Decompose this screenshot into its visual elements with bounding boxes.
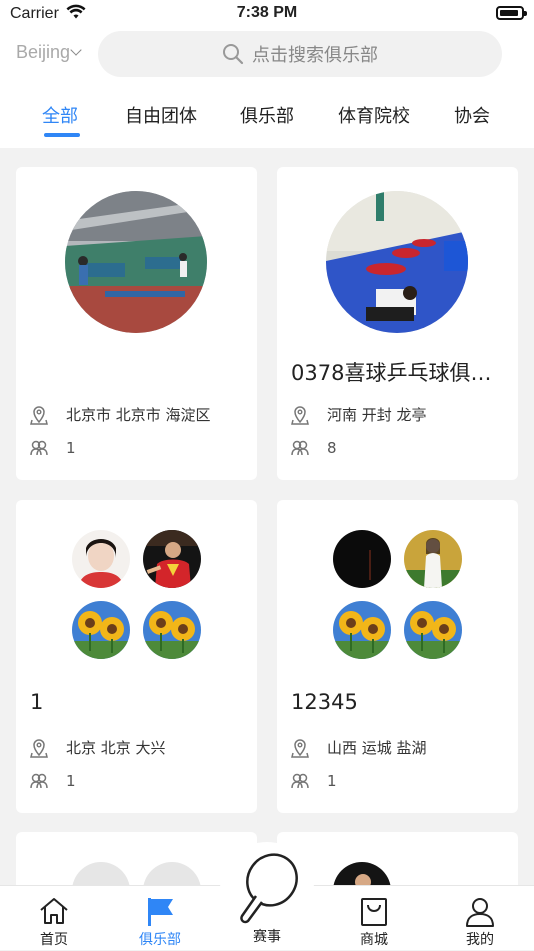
members-icon bbox=[291, 773, 309, 789]
nav-me[interactable]: 我的 bbox=[440, 886, 520, 951]
search-placeholder: 点击搜索俱乐部 bbox=[252, 45, 378, 66]
nav-events[interactable] bbox=[220, 842, 314, 936]
ping-pong-paddle-icon bbox=[240, 853, 298, 924]
member-count: 1 bbox=[327, 772, 337, 790]
club-name: 12345 bbox=[291, 690, 358, 714]
nav-events-label: 赛事 bbox=[253, 929, 281, 945]
member-avatar bbox=[333, 601, 391, 659]
members-icon bbox=[30, 773, 48, 789]
location-text: 山西 运城 盐湖 bbox=[327, 739, 427, 757]
location-text: 北京 北京 大兴 bbox=[66, 739, 166, 757]
search-input[interactable]: 点击搜索俱乐部 bbox=[98, 31, 502, 77]
club-members: 1 bbox=[30, 772, 76, 790]
club-card[interactable]: 12345 山西 运城 盐湖 1 bbox=[277, 500, 518, 813]
search-icon bbox=[223, 44, 244, 65]
nav-shop[interactable]: 商城 bbox=[334, 886, 414, 951]
clock: 7:38 PM bbox=[236, 4, 298, 21]
club-location: 山西 运城 盐湖 bbox=[291, 737, 427, 758]
member-avatar bbox=[404, 530, 462, 588]
battery-icon bbox=[496, 6, 527, 20]
tab-clubs[interactable]: 俱乐部 bbox=[240, 102, 294, 128]
member-avatar bbox=[404, 601, 462, 659]
member-avatar bbox=[72, 601, 130, 659]
flag-icon bbox=[148, 898, 173, 926]
club-card[interactable]: 0378喜球乒乓球俱… 河南 开封 龙亭 8 bbox=[277, 167, 518, 480]
club-members: 8 bbox=[291, 439, 337, 457]
nav-home-label: 首页 bbox=[40, 932, 68, 948]
member-avatar bbox=[143, 530, 201, 588]
member-avatar bbox=[333, 530, 391, 588]
active-tab-indicator bbox=[44, 133, 80, 137]
member-count: 8 bbox=[327, 439, 337, 457]
city-selector[interactable]: Beijing bbox=[16, 42, 82, 63]
nav-me-label: 我的 bbox=[466, 932, 494, 948]
status-bar: Carrier 7:38 PM bbox=[0, 0, 534, 28]
member-count: 1 bbox=[66, 772, 76, 790]
club-members: 1 bbox=[30, 439, 76, 457]
member-avatar bbox=[143, 601, 201, 659]
header: Carrier 7:38 PM Beijing 点击搜索俱乐部 全部 自由团体 … bbox=[0, 0, 534, 148]
user-icon bbox=[466, 898, 494, 927]
home-icon bbox=[40, 898, 68, 924]
member-avatar bbox=[72, 530, 130, 588]
club-location: 北京 北京 大兴 bbox=[30, 737, 166, 758]
tab-all[interactable]: 全部 bbox=[42, 102, 78, 128]
members-icon bbox=[30, 440, 48, 456]
shopping-bag-icon bbox=[361, 898, 387, 926]
club-members: 1 bbox=[291, 772, 337, 790]
nav-clubs-label: 俱乐部 bbox=[139, 932, 181, 948]
location-text: 北京市 北京市 海淀区 bbox=[66, 406, 211, 424]
club-card[interactable]: 1 北京 北京 大兴 1 bbox=[16, 500, 257, 813]
location-text: 河南 开封 龙亭 bbox=[327, 406, 427, 424]
club-location: 河南 开封 龙亭 bbox=[291, 404, 427, 425]
tab-sports-colleges[interactable]: 体育院校 bbox=[338, 102, 410, 128]
club-card[interactable]: 北京市 北京市 海淀区 1 bbox=[16, 167, 257, 480]
member-count: 1 bbox=[66, 439, 76, 457]
tab-free-groups[interactable]: 自由团体 bbox=[125, 102, 197, 128]
nav-shop-label: 商城 bbox=[360, 932, 388, 948]
location-pin-icon bbox=[30, 738, 48, 758]
club-name: 0378喜球乒乓球俱… bbox=[291, 361, 492, 385]
city-label: Beijing bbox=[16, 42, 71, 62]
nav-clubs[interactable]: 俱乐部 bbox=[120, 886, 200, 951]
members-icon bbox=[291, 440, 309, 456]
location-pin-icon bbox=[30, 405, 48, 425]
club-name: 1 bbox=[30, 690, 44, 714]
nav-home[interactable]: 首页 bbox=[14, 886, 94, 951]
category-tabs: 全部 自由团体 俱乐部 体育院校 协会 bbox=[0, 94, 534, 144]
chevron-down-icon bbox=[70, 43, 82, 56]
tab-associations[interactable]: 协会 bbox=[454, 102, 490, 128]
location-pin-icon bbox=[291, 405, 309, 425]
club-avatar bbox=[65, 191, 207, 333]
club-location: 北京市 北京市 海淀区 bbox=[30, 404, 211, 425]
location-pin-icon bbox=[291, 738, 309, 758]
club-avatar bbox=[326, 191, 468, 333]
